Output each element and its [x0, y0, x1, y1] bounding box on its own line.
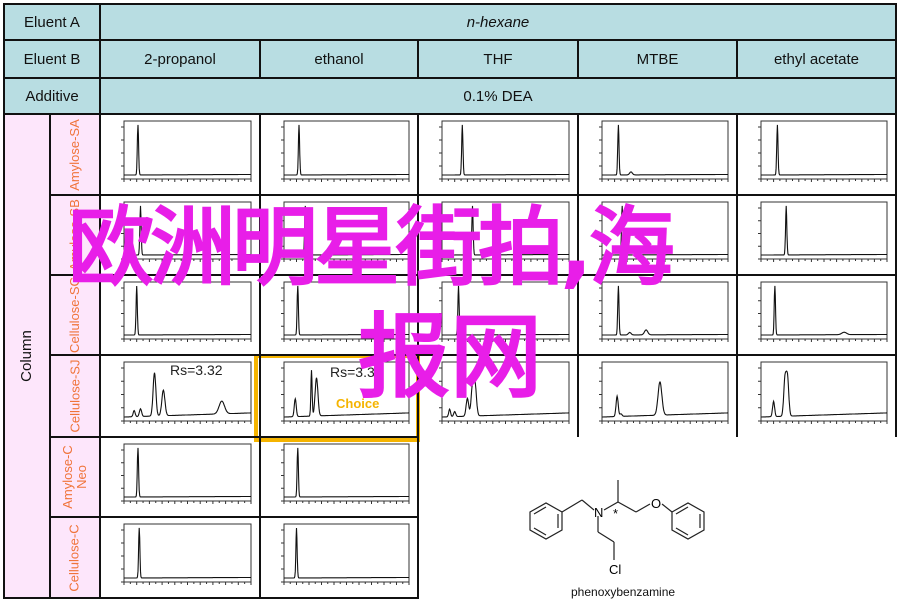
- eluent-b-mtbe: MTBE: [578, 40, 737, 78]
- grid-line: [3, 597, 418, 599]
- eluent-a-label: Eluent A: [4, 4, 100, 40]
- grid-line: [259, 437, 261, 599]
- plot-frame: [123, 120, 252, 180]
- grid-line: [895, 3, 897, 437]
- grid-line: [50, 436, 418, 438]
- eluent-a-value: n-hexane: [100, 4, 896, 40]
- benzene-ring-left: [529, 502, 563, 540]
- grid-line: [3, 3, 5, 599]
- plot-frame: [760, 361, 888, 422]
- grid-line: [259, 39, 261, 78]
- atom-n: N: [594, 505, 603, 520]
- additive-label: Additive: [4, 78, 100, 114]
- plot-frame: [760, 201, 888, 260]
- plot-frame: [760, 281, 888, 340]
- chromatogram: [439, 120, 570, 182]
- grid-line: [50, 194, 896, 196]
- column-name-cell: Amylose-SA: [50, 114, 100, 195]
- chromatogram: [758, 120, 888, 182]
- plot-frame: [283, 443, 410, 502]
- atom-cl: Cl: [609, 562, 621, 577]
- column-label: Column: [18, 330, 35, 382]
- additive-value: 0.1% DEA: [100, 78, 896, 114]
- column-name-cell: Amylose-C Neo: [50, 437, 100, 517]
- grid-line: [3, 3, 897, 5]
- grid-line: [50, 516, 418, 518]
- chromatogram: [758, 281, 888, 342]
- plot-frame: [760, 120, 888, 180]
- grid-line: [736, 39, 738, 78]
- benzene-ring-right: [671, 502, 705, 540]
- grid-line: [577, 39, 579, 78]
- rs-annotation: Rs=3.32: [170, 362, 223, 378]
- plot-frame: [601, 361, 729, 422]
- column-name: Amylose-SA: [67, 118, 82, 191]
- chromatogram: [121, 523, 252, 585]
- phenoxybenzamine-structure: N O Cl *: [529, 480, 705, 577]
- grid-line: [3, 39, 897, 41]
- grid-line: [417, 39, 419, 78]
- eluent-b-ethanol: ethanol: [260, 40, 418, 78]
- plot-frame: [283, 120, 410, 180]
- chromatogram: [599, 361, 729, 424]
- column-name-cell: Cellulose-C: [50, 517, 100, 598]
- eluent-b-2propanol: 2-propanol: [100, 40, 260, 78]
- grid-line: [417, 437, 419, 599]
- column-name: Cellulose-SJ: [67, 359, 83, 433]
- chromatogram: [599, 120, 729, 182]
- plot-frame: [123, 443, 252, 502]
- watermark-line-2: 报网: [358, 304, 543, 411]
- molecule-name: phenoxybenzamine: [571, 585, 676, 599]
- eluent-b-thf: THF: [418, 40, 578, 78]
- grid-line: [49, 113, 51, 599]
- column-name: Amylose-C Neo: [60, 445, 90, 509]
- chromatogram: [758, 361, 888, 424]
- chromatogram: [281, 443, 410, 504]
- eluent-b-ethyl-acetate: ethyl acetate: [737, 40, 896, 78]
- plot-frame: [283, 523, 410, 583]
- eluent-b-label: Eluent B: [4, 40, 100, 78]
- grid-line: [99, 3, 101, 599]
- grid-line: [3, 77, 897, 79]
- chromatogram: [758, 201, 888, 262]
- plot-frame: [123, 523, 252, 583]
- chiral-center-marker: *: [613, 506, 618, 521]
- grid-line: [3, 113, 897, 115]
- column-name-cell: Cellulose-SJ: [50, 355, 100, 437]
- column-name: Cellulose-C: [67, 523, 83, 592]
- watermark-line-1: 欧洲明星街拍,海: [68, 198, 675, 298]
- plot-frame: [601, 120, 729, 180]
- chromatogram: [281, 120, 410, 182]
- atom-o: O: [651, 496, 661, 511]
- chromatogram: [121, 443, 252, 504]
- chromatogram: [281, 523, 410, 585]
- column-label-cell: Column: [4, 114, 50, 598]
- chromatogram: [121, 120, 252, 182]
